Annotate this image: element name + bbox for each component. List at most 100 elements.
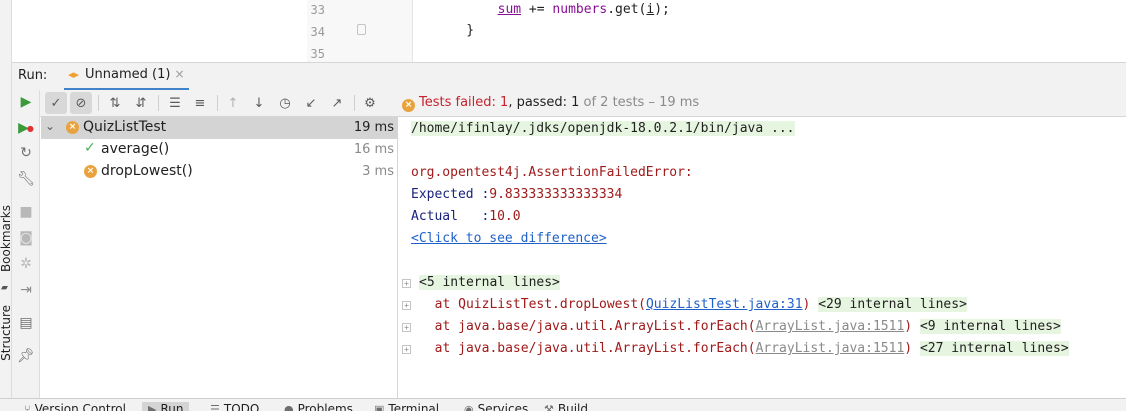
rerun-failed-icon[interactable]: ▶ ● <box>16 118 36 138</box>
code-variable: sum <box>497 2 522 17</box>
fold-marker-icon[interactable] <box>357 24 366 35</box>
stop-icon[interactable]: ■ <box>16 202 36 222</box>
internal-lines-fold[interactable]: <5 internal lines> <box>419 275 560 290</box>
export-tests-icon[interactable]: ↗ <box>326 92 348 114</box>
code-call: .get( <box>607 2 647 17</box>
code-line: } <box>435 23 475 38</box>
hammer-icon: ⚒ <box>544 403 554 411</box>
tool-tab-label: Services <box>477 402 529 411</box>
expand-fold-icon[interactable]: + <box>402 279 411 288</box>
console-output[interactable]: /home/ifinlay/.jdks/openjdk-18.0.2.1/bin… <box>399 117 1126 398</box>
internal-lines-fold[interactable]: <27 internal lines> <box>919 341 1069 356</box>
left-tool-strip: Bookmarks ▰ Structure <box>0 0 13 398</box>
source-link[interactable]: ArrayList.java:1511 <box>756 341 905 356</box>
stack-frame: at java.base/java.util.ArrayList.forEach… <box>419 341 1069 356</box>
tool-tab-todo[interactable]: ☰ TODO <box>210 402 259 411</box>
line-number: 33 <box>310 3 325 17</box>
debug-icon[interactable]: ✲ <box>16 254 36 274</box>
show-passed-toggle[interactable]: ✓ <box>45 92 67 114</box>
run-tab-unnamed[interactable]: ◂▸ Unnamed (1) × <box>64 63 189 91</box>
close-tab-icon[interactable]: × <box>174 67 184 81</box>
pin-icon[interactable]: 📌︎ <box>16 346 36 366</box>
run-side-actions: ▶ ▶ ● ↻ 🔧︎ ■ ◙ ✲ ⇥ ▤ 📌︎ <box>12 90 40 398</box>
previous-failed-icon[interactable]: ↑ <box>222 92 244 114</box>
toolbar-separator <box>158 95 159 111</box>
tool-tab-run[interactable]: ▶ Run <box>142 402 190 411</box>
camera-icon[interactable]: ◙ <box>16 228 36 248</box>
test-suite-row[interactable]: ⌄ × QuizListTest 19 ms <box>41 117 398 139</box>
problems-icon: ● <box>284 403 294 411</box>
settings-gear-icon[interactable]: ⚙ <box>359 92 381 114</box>
source-link[interactable]: ArrayList.java:1511 <box>756 319 905 334</box>
stack-frame: at QuizListTest.dropLowest(QuizListTest.… <box>419 297 967 312</box>
line-number: 35 <box>310 47 325 61</box>
layout-icon[interactable]: ▤ <box>16 313 36 333</box>
code-index: i <box>646 2 655 17</box>
code-editor[interactable]: 33 34 35 sum += numbers.get(i); } <box>12 0 1126 62</box>
next-failed-icon[interactable]: ↓ <box>248 92 270 114</box>
sort-by-duration-icon[interactable]: ⇵ <box>130 92 152 114</box>
status-failed-prefix: Tests failed: <box>419 95 501 110</box>
click-to-see-difference-link[interactable]: <Click to see difference> <box>411 231 607 246</box>
tool-tab-problems[interactable]: ● Problems <box>284 402 353 411</box>
frame-suffix: ) <box>904 319 913 334</box>
console-command-line: /home/ifinlay/.jdks/openjdk-18.0.2.1/bin… <box>411 121 795 136</box>
frame-suffix: ) <box>904 341 913 356</box>
tool-tab-terminal[interactable]: ▣ Terminal <box>374 402 439 411</box>
tool-tab-build[interactable]: ⚒ Build <box>544 402 588 411</box>
run-tab-label: Unnamed (1) <box>85 67 171 82</box>
code-line: sum += numbers.get(i); <box>435 2 670 17</box>
rerun-icon[interactable]: ▶ <box>16 92 36 112</box>
expand-fold-icon[interactable]: + <box>402 345 411 354</box>
import-tests-icon[interactable]: ↙ <box>300 92 322 114</box>
expected-label: Expected : <box>411 187 490 202</box>
console-actual-line: Actual :10.0 <box>411 209 521 224</box>
frame-prefix: at QuizListTest.dropLowest( <box>434 297 646 312</box>
test-status-summary: × Tests failed: 1, passed: 1 of 2 tests –… <box>402 95 699 112</box>
frame-prefix: at java.base/java.util.ArrayList.forEach… <box>434 319 756 334</box>
test-suite-name: QuizListTest <box>83 119 167 135</box>
source-link[interactable]: QuizListTest.java:31 <box>646 297 803 312</box>
internal-lines-fold[interactable]: <29 internal lines> <box>818 297 967 312</box>
expand-fold-icon[interactable]: + <box>402 323 411 332</box>
tool-tab-label: Run <box>160 402 184 411</box>
bookmark-icon: ▰ <box>1 283 8 293</box>
tool-tab-label: Build <box>557 402 588 411</box>
toolbar-separator <box>217 95 218 111</box>
failed-icon: × <box>66 121 79 134</box>
collapse-all-icon[interactable]: ≡ <box>189 92 211 114</box>
terminal-icon: ▣ <box>374 403 385 411</box>
test-row-droplowest[interactable]: × dropLowest() 3 ms <box>41 161 398 183</box>
actual-value: 10.0 <box>489 209 521 224</box>
editor-gutter: 33 34 35 <box>307 0 413 62</box>
list-icon: ☰ <box>210 403 220 411</box>
toggle-auto-test-icon[interactable]: ↻ <box>16 143 36 163</box>
tool-tab-version-control[interactable]: ⑂ Version Control <box>24 402 126 411</box>
test-duration: 16 ms <box>353 142 394 157</box>
run-label: Run: <box>18 68 48 83</box>
show-ignored-toggle[interactable]: ⊘ <box>70 92 92 114</box>
expand-fold-icon[interactable]: + <box>402 301 411 310</box>
tool-tab-services[interactable]: ◉ Services <box>464 402 528 411</box>
exit-icon[interactable]: ⇥ <box>16 280 36 300</box>
code-operator: += <box>521 2 553 17</box>
test-row-average[interactable]: ✓ average() 16 ms <box>41 139 398 161</box>
frame-suffix: ) <box>802 297 811 312</box>
test-history-icon[interactable]: ◷ <box>274 92 296 114</box>
internal-lines-fold[interactable]: <9 internal lines> <box>919 319 1061 334</box>
test-runner-toolbar: ✓ ⊘ ⇅ ⇵ ☰ ≡ ↑ ↓ ◷ ↙ ↗ ⚙ × Tests failed: 1… <box>12 90 1126 117</box>
test-duration: 3 ms <box>362 164 394 179</box>
tool-tab-label: TODO <box>223 402 260 411</box>
tool-window-bar: ⑂ Version Control ▶ Run ☰ TODO ● Problems ▣ T… <box>0 398 1126 411</box>
tool-tab-label: Problems <box>297 402 353 411</box>
wrench-icon[interactable]: 🔧︎ <box>16 169 36 189</box>
chevron-down-icon[interactable]: ⌄ <box>45 119 55 133</box>
sort-alphabetically-icon[interactable]: ⇅ <box>104 92 126 114</box>
tool-tab-label: Version Control <box>34 402 126 411</box>
test-tree: ⌄ × QuizListTest 19 ms ✓ average() 16 ms… <box>41 117 398 398</box>
failed-status-icon: × <box>402 99 415 112</box>
status-passed: , passed: 1 <box>508 95 580 110</box>
expand-all-icon[interactable]: ☰ <box>164 92 186 114</box>
toolbar-separator <box>98 95 99 111</box>
console-error-line: org.opentest4j.AssertionFailedError: <box>411 165 693 180</box>
